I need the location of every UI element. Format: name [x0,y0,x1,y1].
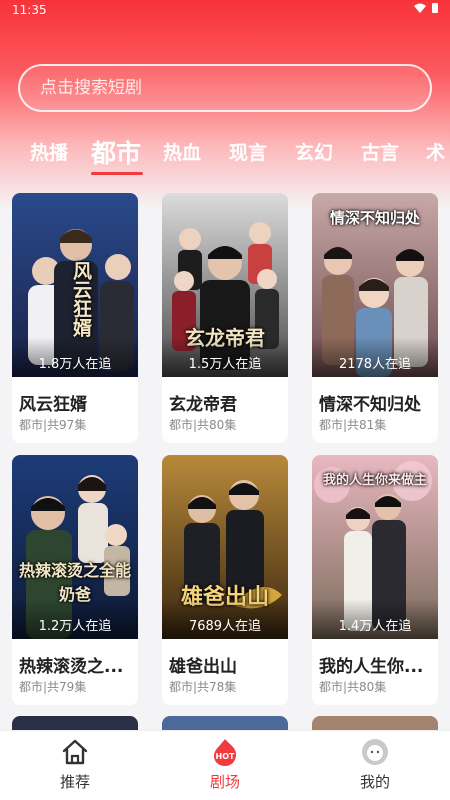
followers-count: 7689人在追 [188,619,262,634]
drama-poster: 我的人生你来做主 1.4万人在追 [312,455,438,639]
poster-title-art: 风云狂婿 [70,261,92,337]
followers-count: 1.5万人在追 [188,357,262,372]
drama-card[interactable]: 雄爸出山 7689人在追 雄爸出山 都市|共78集 [162,455,288,705]
search-bar[interactable] [18,64,432,112]
status-bar: 11:35 [0,0,450,22]
drama-poster: 情深不知归处 2178人在追 [312,193,438,377]
tab-rebo[interactable]: 热播 [30,138,68,165]
drama-title: 热辣滚烫之... [19,657,124,677]
drama-card[interactable]: 我的人生你来做主 1.4万人在追 我的人生你... 都市|共80集 [312,455,438,705]
drama-title: 我的人生你... [319,657,424,677]
nav-theater[interactable]: HOT 剧场 [185,737,265,792]
drama-poster: 玄龙帝君 1.5万人在追 [162,193,288,377]
followers-count: 2178人在追 [338,357,412,372]
nav-mine[interactable]: 我的 [335,737,415,792]
hot-icon: HOT [214,739,237,766]
drama-poster: 风云狂婿 1.8万人在追 [12,193,138,377]
tab-rexue[interactable]: 热血 [163,138,201,165]
hot-badge-text: HOT [216,752,235,761]
nav-label: 剧场 [209,773,240,791]
status-time: 11:35 [12,3,47,17]
drama-card-partial[interactable] [312,716,438,730]
followers-count: 1.2万人在追 [38,619,112,634]
drama-card-partial[interactable] [162,716,288,730]
search-input[interactable] [40,78,430,98]
tab-partial[interactable]: 术 [426,138,445,165]
poster-title-art: 我的人生你来做主 [322,473,427,488]
drama-poster: 热辣滚烫之全能奶爸 1.2万人在追 [12,455,138,639]
nav-label: 推荐 [59,773,90,791]
profile-icon [362,739,388,765]
drama-title: 雄爸出山 [169,657,237,677]
drama-meta: 都市|共97集 [19,418,87,432]
tab-dushi[interactable]: 都市 [91,134,141,170]
drama-title: 情深不知归处 [319,395,421,415]
followers-count: 1.4万人在追 [338,619,412,634]
poster-title-art: 情深不知归处 [329,209,420,227]
drama-poster: 雄爸出山 7689人在追 [162,455,288,639]
nav-recommend[interactable]: 推荐 [35,737,115,792]
battery-icon [432,3,438,13]
category-tabs: 热播 都市 热血 现言 玄幻 古言 术 [0,130,450,178]
active-tab-indicator [91,172,143,175]
drama-meta: 都市|共80集 [319,680,387,694]
drama-title: 玄龙帝君 [169,395,237,415]
drama-card[interactable]: 玄龙帝君 1.5万人在追 玄龙帝君 都市|共80集 [162,193,288,443]
drama-title: 风云狂婿 [19,395,87,415]
home-icon [62,739,88,765]
tab-xuanhuan[interactable]: 玄幻 [295,138,333,165]
tab-xianyan[interactable]: 现言 [229,138,267,165]
tab-guyan[interactable]: 古言 [361,138,399,165]
bottom-nav: 推荐 HOT 剧场 我的 [0,730,450,800]
wifi-icon [414,3,426,13]
nav-label: 我的 [359,773,390,791]
drama-card-partial[interactable] [12,716,138,730]
followers-count: 1.8万人在追 [38,357,112,372]
drama-card[interactable]: 热辣滚烫之全能奶爸 1.2万人在追 热辣滚烫之... 都市|共79集 [12,455,138,705]
drama-meta: 都市|共81集 [319,418,387,432]
poster-title-art: 热辣滚烫之全能奶爸 [18,561,131,604]
drama-meta: 都市|共78集 [169,680,237,694]
drama-meta: 都市|共79集 [19,680,87,694]
drama-card[interactable]: 情深不知归处 2178人在追 情深不知归处 都市|共81集 [312,193,438,443]
drama-card[interactable]: 风云狂婿 1.8万人在追 风云狂婿 都市|共97集 [12,193,138,443]
drama-meta: 都市|共80集 [169,418,237,432]
